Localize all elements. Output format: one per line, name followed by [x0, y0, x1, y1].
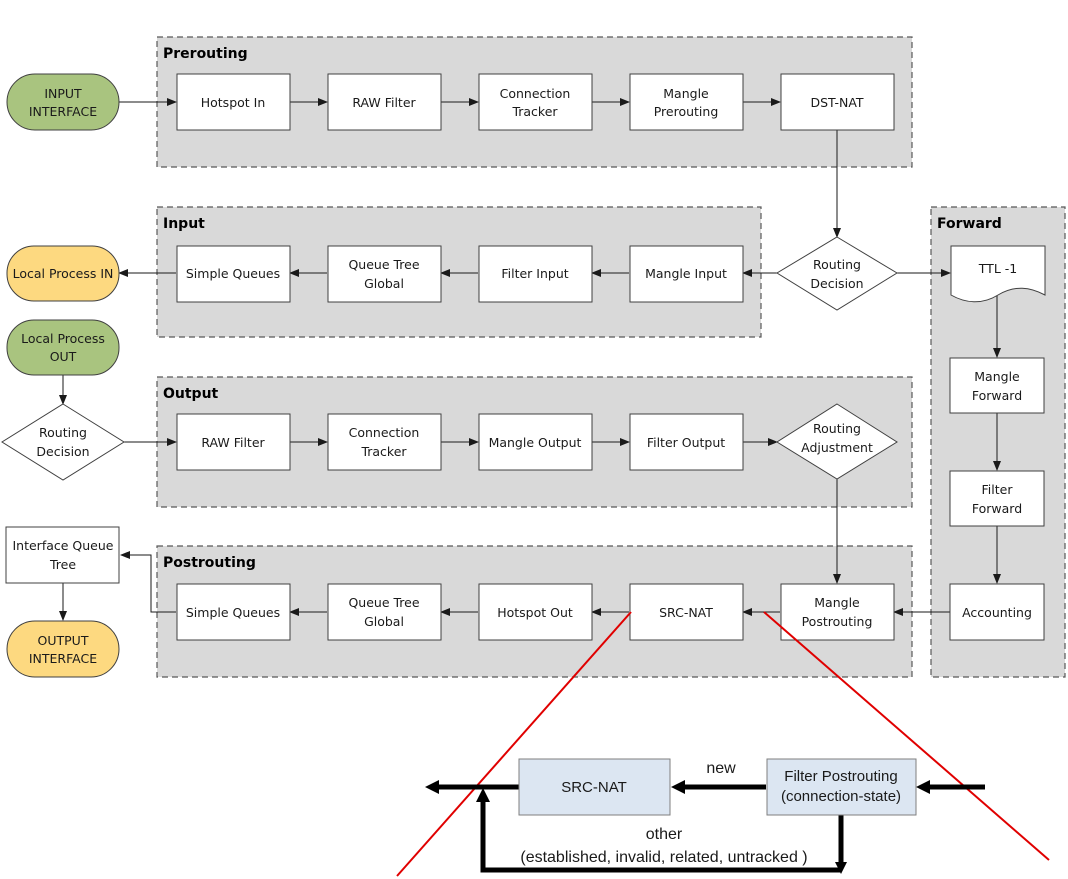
prerouting-step-connection-tracker: Connection Tracker — [478, 73, 593, 131]
output-step-raw-filter: RAW Filter — [176, 413, 291, 471]
box-label: RAW Filter — [352, 95, 416, 110]
output-step-filter-output: Filter Output — [629, 413, 744, 471]
group-title-prerouting: Prerouting — [163, 46, 248, 62]
terminal-label: INTERFACE — [29, 104, 97, 119]
box-label: Global — [364, 614, 404, 629]
box-label: Connection — [349, 425, 420, 440]
prerouting-step-raw-filter: RAW Filter — [327, 73, 442, 131]
interface-queue-tree-box: Interface Queue Tree — [5, 526, 120, 584]
box-label: Connection — [500, 86, 571, 101]
input-step-mangle-input: Mangle Input — [629, 245, 744, 303]
decision-label: Routing — [813, 257, 861, 272]
packet-flow-diagram: Prerouting Input Output Postrouting Forw… — [1, 36, 1066, 877]
prerouting-step-dst-nat: DST-NAT — [780, 73, 895, 131]
box-label: Mangle — [814, 595, 860, 610]
output-step-mangle-output: Mangle Output — [478, 413, 593, 471]
srcnat-detail-inset: SRC-NAT Filter Postrouting (connection-s… — [425, 758, 985, 874]
decision-label: Decision — [36, 444, 89, 459]
box-label: Mangle — [974, 369, 1020, 384]
terminal-label: OUT — [50, 349, 77, 364]
detail-other-label: other — [646, 826, 683, 843]
box-label: Queue Tree — [348, 595, 419, 610]
box-label: Interface Queue — [12, 538, 113, 553]
edges — [59, 98, 1001, 621]
prerouting-step-hotspot-in: Hotspot In — [176, 73, 291, 131]
forward-step-filter-forward: Filter Forward — [949, 470, 1045, 527]
detail-arrowhead — [476, 788, 490, 802]
box-label: Mangle — [663, 86, 709, 101]
box-label: Forward — [972, 388, 1022, 403]
box-label: Hotspot Out — [497, 605, 573, 620]
box-label: Postrouting — [802, 614, 873, 629]
terminal-label: Local Process — [21, 331, 105, 346]
input-step-queue-tree-global: Queue Tree Global — [327, 245, 442, 303]
box-label: Mangle Output — [489, 435, 582, 450]
box-label: Tracker — [511, 104, 558, 119]
box-label: Queue Tree — [348, 257, 419, 272]
detail-other-states: (established, invalid, related, untracke… — [520, 849, 807, 866]
box-label: Global — [364, 276, 404, 291]
detail-filter-postrouting-sublabel: (connection-state) — [781, 788, 901, 805]
box-label: Simple Queues — [186, 266, 280, 281]
box-label: Hotspot In — [201, 95, 266, 110]
forward-step-mangle-forward: Mangle Forward — [949, 357, 1045, 414]
box-label: SRC-NAT — [659, 605, 713, 620]
postrouting-step-mangle-postrouting: Mangle Postrouting — [780, 583, 895, 641]
decision-label: Routing — [813, 421, 861, 436]
prerouting-step-mangle-prerouting: Mangle Prerouting — [629, 73, 744, 131]
detail-src-nat-label: SRC-NAT — [561, 779, 627, 796]
box-label: TTL -1 — [978, 261, 1017, 276]
detail-arrowhead — [916, 780, 930, 794]
terminal-label: INPUT — [44, 86, 82, 101]
terminal-local-process-in: Local Process IN — [6, 245, 120, 302]
box-label: Filter — [982, 482, 1014, 497]
detail-filter-postrouting-label: Filter Postrouting — [784, 768, 897, 785]
box-label: Filter Output — [647, 435, 725, 450]
box-label: Forward — [972, 501, 1022, 516]
postrouting-step-simple-queues: Simple Queues — [176, 583, 291, 641]
routing-decision-main: Routing Decision — [776, 236, 898, 311]
group-title-forward: Forward — [937, 216, 1002, 232]
box-label: Prerouting — [654, 104, 719, 119]
postrouting-step-src-nat: SRC-NAT — [629, 583, 744, 641]
terminal-label: OUTPUT — [38, 633, 89, 648]
routing-decision-local: Routing Decision — [1, 403, 125, 481]
decision-label: Decision — [810, 276, 863, 291]
terminal-input-interface: INPUT INTERFACE — [6, 73, 120, 131]
detail-arrowhead — [671, 780, 685, 794]
decision-label: Adjustment — [801, 440, 873, 455]
postrouting-step-hotspot-out: Hotspot Out — [478, 583, 593, 641]
terminal-local-process-out: Local Process OUT — [6, 319, 120, 376]
input-step-simple-queues: Simple Queues — [176, 245, 291, 303]
box-label: Accounting — [962, 605, 1032, 620]
box-label: Mangle Input — [645, 266, 727, 281]
box-label: RAW Filter — [201, 435, 265, 450]
box-label: Filter Input — [501, 266, 568, 281]
terminal-output-interface: OUTPUT INTERFACE — [6, 620, 120, 678]
detail-arrowhead — [425, 780, 439, 794]
group-title-input: Input — [163, 216, 205, 232]
box-label: Tracker — [360, 444, 407, 459]
group-title-output: Output — [163, 386, 219, 402]
output-step-connection-tracker: Connection Tracker — [327, 413, 442, 471]
box-label: DST-NAT — [810, 95, 863, 110]
detail-new-label: new — [706, 760, 736, 777]
terminal-label: INTERFACE — [29, 651, 97, 666]
decision-label: Routing — [39, 425, 87, 440]
group-title-postrouting: Postrouting — [163, 555, 256, 571]
box-label: Simple Queues — [186, 605, 280, 620]
forward-step-accounting: Accounting — [949, 583, 1045, 641]
box-label: Tree — [49, 557, 76, 572]
postrouting-step-queue-tree-global: Queue Tree Global — [327, 583, 442, 641]
terminal-label: Local Process IN — [13, 266, 114, 281]
input-step-filter-input: Filter Input — [478, 245, 593, 303]
